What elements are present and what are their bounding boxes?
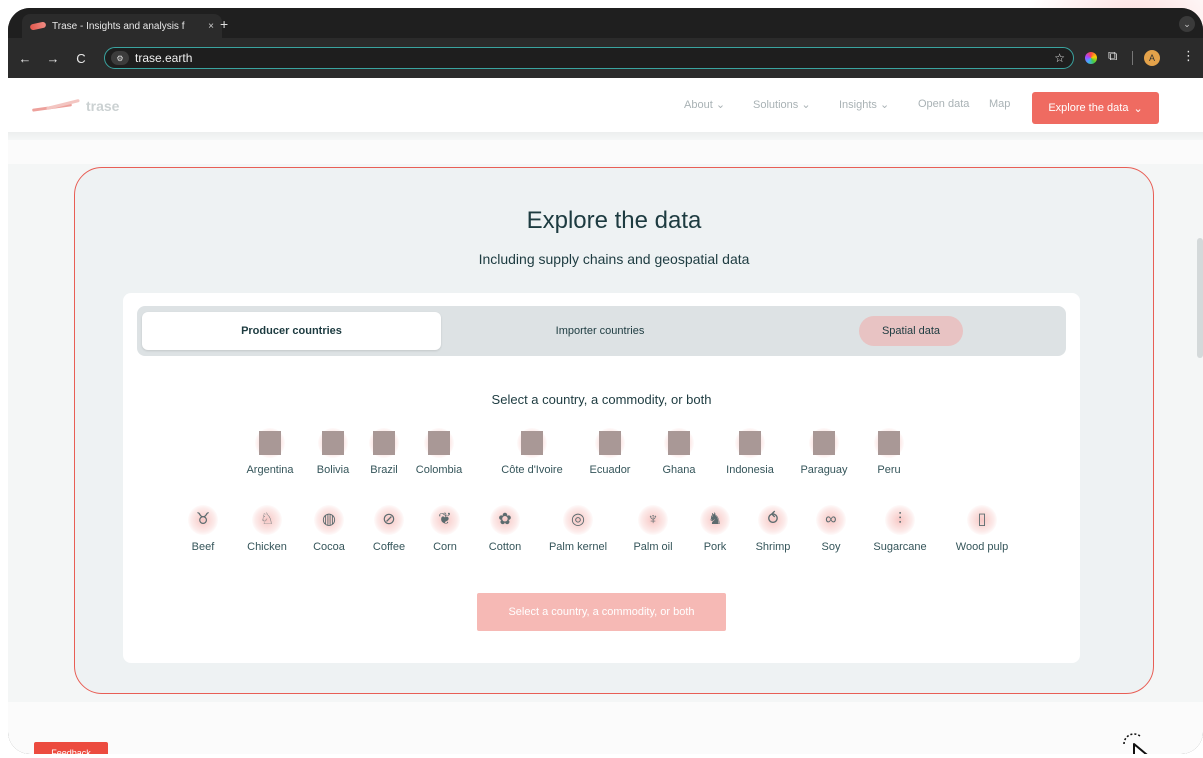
nav-map[interactable]: Map xyxy=(989,98,1010,110)
site-info-icon[interactable]: ⚙ xyxy=(111,51,129,65)
url-text[interactable]: trase.earth xyxy=(135,51,192,65)
tab-spatial-data[interactable]: Spatial data xyxy=(859,316,963,346)
commodity-item[interactable]: ◎ Palm kernel xyxy=(538,505,618,553)
trase-favicon-icon xyxy=(29,21,47,31)
page-title: Explore the data xyxy=(526,207,702,234)
trase-logo[interactable]: trase xyxy=(32,98,119,114)
tab-title: Trase - Insights and analysis f xyxy=(52,20,185,32)
selector-card: Producer countries Importer countries Sp… xyxy=(123,293,1080,663)
select-submit-button[interactable]: Select a country, a commodity, or both xyxy=(477,593,726,631)
country-label: Ghana xyxy=(662,464,696,476)
scrollbar[interactable] xyxy=(1197,238,1203,358)
country-item[interactable]: Peru xyxy=(849,428,929,476)
commodity-label: Wood pulp xyxy=(955,541,1009,553)
extensions-puzzle-icon[interactable]: ⧉ xyxy=(1108,48,1117,64)
ghana-map-icon xyxy=(668,431,690,455)
new-tab-button[interactable]: + xyxy=(220,16,228,32)
corn-icon: ❦ xyxy=(438,511,452,528)
profile-avatar[interactable]: A xyxy=(1144,50,1160,66)
coffee-bean-icon: ⊘ xyxy=(382,511,396,528)
web-page: trase About ⌄ Solutions ⌄ Insights ⌄ Ope… xyxy=(8,78,1203,754)
browser-window: Trase - Insights and analysis f × + ⌄ ← … xyxy=(8,8,1203,754)
palm-tree-icon: ♆ xyxy=(647,511,659,528)
ecuador-map-icon xyxy=(599,431,621,455)
indonesia-map-icon xyxy=(739,431,761,455)
chicken-icon: ♘ xyxy=(259,511,275,528)
country-label: Côte d'Ivoire xyxy=(501,464,563,476)
commodity-label: Sugarcane xyxy=(873,541,927,553)
bolivia-map-icon xyxy=(322,431,344,455)
soy-icon: ∞ xyxy=(825,511,837,528)
nav-about[interactable]: About ⌄ xyxy=(684,98,725,111)
cocoa-icon: ◍ xyxy=(322,511,336,528)
toolbar-divider xyxy=(1132,51,1133,65)
nav-solutions[interactable]: Solutions ⌄ xyxy=(753,98,811,111)
chevron-down-icon: ⌄ xyxy=(1133,102,1143,115)
subheader-band xyxy=(8,140,1203,164)
commodity-label: Cotton xyxy=(488,541,522,553)
peru-map-icon xyxy=(878,431,900,455)
country-label: Ecuador xyxy=(589,464,631,476)
close-tab-icon[interactable]: × xyxy=(208,21,214,32)
sugarcane-icon: ⫶ xyxy=(897,511,902,528)
country-label: Indonesia xyxy=(726,464,774,476)
country-item[interactable]: Côte d'Ivoire xyxy=(492,428,572,476)
pig-icon: ♞ xyxy=(707,511,723,528)
page-subtitle: Including supply chains and geospatial d… xyxy=(478,251,750,267)
forward-icon[interactable]: → xyxy=(42,51,64,66)
explore-data-button[interactable]: Explore the data ⌄ xyxy=(1032,92,1159,124)
color-picker-extension-icon[interactable] xyxy=(1085,52,1097,64)
colombia-map-icon xyxy=(428,431,450,455)
commodity-label: Palm kernel xyxy=(548,541,608,553)
country-item[interactable]: Ecuador xyxy=(570,428,650,476)
site-header: trase About ⌄ Solutions ⌄ Insights ⌄ Ope… xyxy=(8,78,1203,132)
country-label: Peru xyxy=(877,464,901,476)
commodity-item[interactable]: ▯ Wood pulp xyxy=(942,505,1022,553)
palm-kernel-icon: ◎ xyxy=(571,511,585,528)
tab-producer-countries[interactable]: Producer countries xyxy=(142,312,441,350)
commodity-label: Soy xyxy=(821,541,841,553)
browser-menu-icon[interactable]: ⋮ xyxy=(1182,48,1195,64)
data-type-tabs: Producer countries Importer countries Sp… xyxy=(137,306,1066,356)
commodity-item[interactable]: ∞ Soy xyxy=(791,505,871,553)
explore-data-panel: Explore the data Including supply chains… xyxy=(74,167,1154,694)
paraguay-map-icon xyxy=(813,431,835,455)
country-item[interactable]: Colombia xyxy=(399,428,479,476)
brand-name: trase xyxy=(86,98,120,114)
mouse-pointer-icon xyxy=(1123,733,1148,754)
c-te-d-ivoire-map-icon xyxy=(521,431,543,455)
header-shadow xyxy=(8,132,1203,140)
tab-search-icon[interactable]: ⌄ xyxy=(1179,16,1195,32)
wood-pulp-icon: ▯ xyxy=(977,511,987,528)
nav-insights[interactable]: Insights ⌄ xyxy=(839,98,889,111)
cow-icon: ♉ xyxy=(195,511,211,528)
footer-band xyxy=(8,702,1203,754)
browser-tab[interactable]: Trase - Insights and analysis f × xyxy=(22,14,222,38)
browser-toolbar: ← → C ⚙ trase.earth ☆ ⧉ A ⋮ xyxy=(8,38,1203,78)
feedback-button[interactable]: Feedback xyxy=(34,742,108,754)
tab-strip: Trase - Insights and analysis f × + ⌄ xyxy=(8,8,1203,38)
trase-logo-mark-icon xyxy=(32,102,80,110)
commodity-item[interactable]: ✿ Cotton xyxy=(465,505,545,553)
country-item[interactable]: Ghana xyxy=(639,428,719,476)
brazil-map-icon xyxy=(373,431,395,455)
nav-open-data[interactable]: Open data xyxy=(918,98,969,110)
commodity-item[interactable]: ⫶ Sugarcane xyxy=(860,505,940,553)
country-item[interactable]: Indonesia xyxy=(710,428,790,476)
reload-icon[interactable]: C xyxy=(70,51,92,66)
back-icon[interactable]: ← xyxy=(14,51,36,66)
argentina-map-icon xyxy=(259,431,281,455)
tab-importer-countries[interactable]: Importer countries xyxy=(450,312,750,350)
bookmark-star-icon[interactable]: ☆ xyxy=(1054,51,1065,65)
selection-instructions: Select a country, a commodity, or both xyxy=(491,392,712,407)
shrimp-icon: ⥀ xyxy=(767,511,779,528)
address-bar[interactable]: ⚙ trase.earth ☆ xyxy=(104,47,1074,69)
cotton-icon: ✿ xyxy=(498,511,512,528)
country-label: Colombia xyxy=(415,464,463,476)
